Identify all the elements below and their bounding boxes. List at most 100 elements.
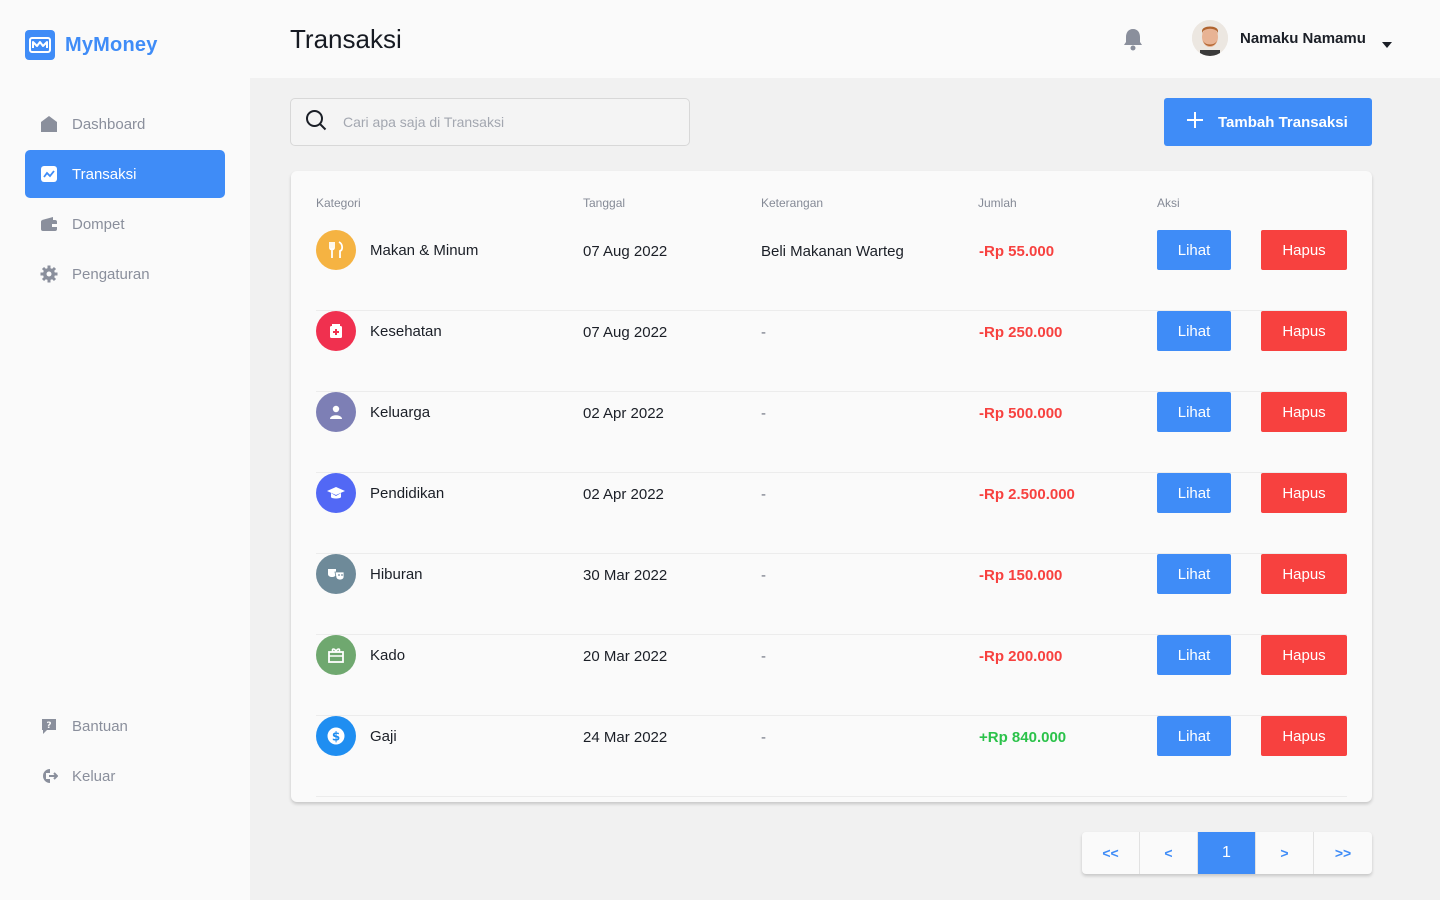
next-page-button[interactable]: > (1256, 832, 1314, 874)
gift-icon (316, 635, 356, 675)
delete-button[interactable]: Hapus (1261, 392, 1347, 432)
sidebar-item-bantuan[interactable]: ? Bantuan (25, 702, 225, 750)
sidebar-item-label: Dashboard (72, 115, 146, 133)
delete-button[interactable]: Hapus (1261, 716, 1347, 756)
current-page-button[interactable]: 1 (1198, 832, 1256, 874)
help-icon: ? (40, 717, 58, 735)
transaction-date: 07 Aug 2022 (583, 324, 668, 341)
transaction-description: - (761, 567, 766, 584)
transaction-amount: -Rp 2.500.000 (979, 486, 1075, 503)
sidebar-item-label: Transaksi (72, 165, 137, 183)
transaction-description: - (761, 405, 766, 422)
svg-text:$: $ (332, 730, 340, 744)
delete-button[interactable]: Hapus (1261, 635, 1347, 675)
view-button[interactable]: Lihat (1157, 392, 1231, 432)
page-title: Transaksi (290, 24, 402, 54)
transaction-amount: -Rp 55.000 (979, 243, 1055, 260)
column-header-keterangan: Keterangan (761, 196, 824, 210)
view-button[interactable]: Lihat (1157, 473, 1231, 513)
sidebar-item-label: Keluar (72, 767, 116, 785)
delete-button[interactable]: Hapus (1261, 554, 1347, 594)
table-row: Kesehatan 07 Aug 2022 - -Rp 250.000 Liha… (316, 311, 1347, 392)
category-name: Pendidikan (370, 485, 445, 502)
table-row: Makan & Minum 07 Aug 2022 Beli Makanan W… (316, 230, 1347, 311)
top-header: Transaksi Namaku Namamu (250, 0, 1440, 78)
graduation-cap-icon (316, 473, 356, 513)
transaction-date: 20 Mar 2022 (583, 648, 668, 665)
sidebar-item-pengaturan[interactable]: Pengaturan (25, 250, 225, 298)
delete-button[interactable]: Hapus (1261, 311, 1347, 351)
transaction-amount: -Rp 200.000 (979, 648, 1063, 665)
search-input[interactable] (343, 114, 663, 130)
medical-icon (316, 311, 356, 351)
sidebar-item-keluar[interactable]: Keluar (25, 752, 225, 800)
transaction-date: 02 Apr 2022 (583, 405, 664, 422)
svg-text:?: ? (46, 721, 51, 731)
theater-masks-icon (316, 554, 356, 594)
user-name[interactable]: Namaku Namamu (1240, 30, 1366, 47)
transaction-amount: +Rp 840.000 (979, 729, 1067, 746)
sidebar-item-label: Pengaturan (72, 265, 150, 283)
pagination: << < 1 > >> (1082, 832, 1372, 874)
transactions-table: Kategori Tanggal Keterangan Jumlah Aksi … (291, 171, 1372, 802)
column-header-tanggal: Tanggal (583, 196, 626, 210)
avatar[interactable] (1192, 20, 1228, 56)
app-logo[interactable]: MyMoney (25, 30, 158, 60)
category-name: Kesehatan (370, 323, 442, 340)
table-row: Pendidikan 02 Apr 2022 - -Rp 2.500.000 L… (316, 473, 1347, 554)
gear-icon (40, 265, 58, 283)
category-name: Hiburan (370, 566, 423, 583)
logout-icon (40, 767, 58, 785)
sidebar-item-dashboard[interactable]: Dashboard (25, 100, 225, 148)
transaction-description: Beli Makanan Warteg (761, 243, 904, 260)
transaction-description: - (761, 486, 766, 503)
chart-icon (40, 165, 58, 183)
category-name: Keluarga (370, 404, 431, 421)
view-button[interactable]: Lihat (1157, 716, 1231, 756)
transaction-description: - (761, 648, 766, 665)
category-name: Makan & Minum (370, 242, 479, 259)
fork-knife-icon (316, 230, 356, 270)
sidebar: MyMoney Dashboard Transaksi Dompet Penga… (0, 0, 250, 900)
category-name: Gaji (370, 728, 397, 745)
transaction-description: - (761, 324, 766, 341)
search-box[interactable] (290, 98, 690, 146)
view-button[interactable]: Lihat (1157, 554, 1231, 594)
table-row: Keluarga 02 Apr 2022 - -Rp 500.000 Lihat… (316, 392, 1347, 473)
home-icon (40, 115, 58, 133)
transaction-description: - (761, 729, 766, 746)
sidebar-item-transaksi[interactable]: Transaksi (25, 150, 225, 198)
bell-icon[interactable] (1122, 27, 1144, 51)
view-button[interactable]: Lihat (1157, 230, 1231, 270)
view-button[interactable]: Lihat (1157, 311, 1231, 351)
column-header-kategori: Kategori (316, 196, 361, 210)
app-name: MyMoney (65, 33, 158, 56)
transaction-amount: -Rp 250.000 (979, 324, 1063, 341)
category-name: Kado (370, 647, 406, 664)
dollar-icon: $ (316, 716, 356, 756)
transaction-amount: -Rp 150.000 (979, 567, 1063, 584)
first-page-button[interactable]: << (1082, 832, 1140, 874)
chevron-down-icon[interactable] (1381, 36, 1393, 54)
sidebar-item-label: Dompet (72, 215, 125, 233)
transaction-date: 07 Aug 2022 (583, 243, 668, 260)
add-transaction-button[interactable]: Tambah Transaksi (1164, 98, 1372, 146)
delete-button[interactable]: Hapus (1261, 230, 1347, 270)
add-transaction-label: Tambah Transaksi (1218, 113, 1348, 131)
table-row: $ Gaji 24 Mar 2022 - +Rp 840.000 Lihat H… (316, 716, 1347, 797)
column-header-aksi: Aksi (1157, 196, 1180, 210)
transaction-date: 02 Apr 2022 (583, 486, 664, 503)
wallet-icon (40, 215, 58, 233)
transaction-date: 30 Mar 2022 (583, 567, 668, 584)
view-button[interactable]: Lihat (1157, 635, 1231, 675)
table-row: Hiburan 30 Mar 2022 - -Rp 150.000 Lihat … (316, 554, 1347, 635)
last-page-button[interactable]: >> (1314, 832, 1372, 874)
transaction-date: 24 Mar 2022 (583, 729, 668, 746)
delete-button[interactable]: Hapus (1261, 473, 1347, 513)
sidebar-item-dompet[interactable]: Dompet (25, 200, 225, 248)
logo-icon (25, 30, 55, 60)
search-icon (305, 109, 327, 136)
table-row: Kado 20 Mar 2022 - -Rp 200.000 Lihat Hap… (316, 635, 1347, 716)
sidebar-item-label: Bantuan (72, 717, 128, 735)
prev-page-button[interactable]: < (1140, 832, 1198, 874)
